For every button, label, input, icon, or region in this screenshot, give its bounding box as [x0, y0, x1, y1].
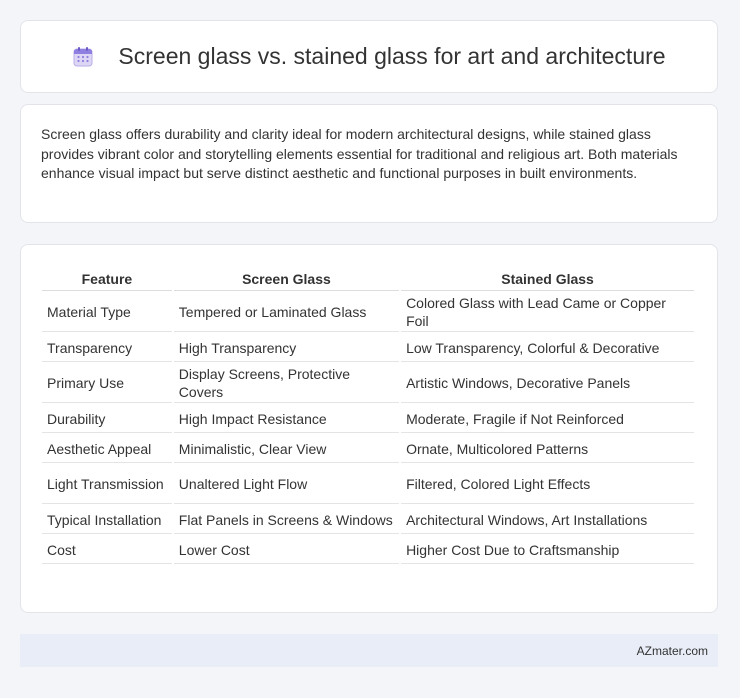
calendar-icon — [72, 46, 94, 68]
footer-site-name[interactable]: AZmater.com — [637, 644, 708, 658]
table-cell-stained-glass: Higher Cost Due to Craftsmanship — [401, 536, 694, 564]
table-row: Cost Lower Cost Higher Cost Due to Craft… — [42, 536, 694, 564]
header-card: Screen glass vs. stained glass for art a… — [20, 20, 718, 93]
table-cell-stained-glass: Artistic Windows, Decorative Panels — [401, 364, 694, 403]
table-row: Typical Installation Flat Panels in Scre… — [42, 506, 694, 534]
table-cell-feature: Typical Installation — [42, 506, 172, 534]
comparison-table-card: Feature Screen Glass Stained Glass Mater… — [20, 244, 718, 613]
table-cell-feature: Durability — [42, 405, 172, 433]
table-cell-feature: Cost — [42, 536, 172, 564]
table-cell-screen-glass: Minimalistic, Clear View — [173, 435, 400, 463]
table-cell-screen-glass: Lower Cost — [173, 536, 400, 564]
table-cell-stained-glass: Moderate, Fragile if Not Reinforced — [401, 405, 694, 433]
summary-card: Screen glass offers durability and clari… — [20, 104, 718, 223]
table-cell-stained-glass: Colored Glass with Lead Came or Copper F… — [401, 293, 694, 332]
table-row: Durability High Impact Resistance Modera… — [42, 405, 694, 433]
table-cell-screen-glass: Display Screens, Protective Covers — [173, 364, 400, 403]
table-cell-feature: Material Type — [42, 293, 172, 332]
table-cell-screen-glass: High Impact Resistance — [173, 405, 400, 433]
table-cell-stained-glass: Filtered, Colored Light Effects — [401, 465, 694, 504]
table-cell-screen-glass: Tempered or Laminated Glass — [173, 293, 400, 332]
table-cell-stained-glass: Low Transparency, Colorful & Decorative — [401, 334, 694, 362]
table-cell-screen-glass: High Transparency — [173, 334, 400, 362]
page-title: Screen glass vs. stained glass for art a… — [118, 43, 666, 69]
column-header-stained-glass: Stained Glass — [401, 267, 694, 291]
table-row: Material Type Tempered or Laminated Glas… — [42, 293, 694, 332]
table-cell-feature: Aesthetic Appeal — [42, 435, 172, 463]
table-cell-screen-glass: Flat Panels in Screens & Windows — [173, 506, 400, 534]
column-header-feature: Feature — [42, 267, 172, 291]
table-row: Transparency High Transparency Low Trans… — [42, 334, 694, 362]
table-cell-feature: Primary Use — [42, 364, 172, 403]
comparison-table: Feature Screen Glass Stained Glass Mater… — [40, 265, 696, 566]
column-header-screen-glass: Screen Glass — [173, 267, 400, 291]
table-row: Aesthetic Appeal Minimalistic, Clear Vie… — [42, 435, 694, 463]
table-cell-feature: Transparency — [42, 334, 172, 362]
table-cell-feature: Light Transmission — [42, 465, 172, 504]
table-cell-stained-glass: Architectural Windows, Art Installations — [401, 506, 694, 534]
table-header-row: Feature Screen Glass Stained Glass — [42, 267, 694, 291]
table-cell-stained-glass: Ornate, Multicolored Patterns — [401, 435, 694, 463]
footer: AZmater.com — [20, 634, 718, 667]
summary-text: Screen glass offers durability and clari… — [41, 126, 678, 181]
table-row: Light Transmission Unaltered Light Flow … — [42, 465, 694, 504]
table-row: Primary Use Display Screens, Protective … — [42, 364, 694, 403]
table-cell-screen-glass: Unaltered Light Flow — [173, 465, 400, 504]
